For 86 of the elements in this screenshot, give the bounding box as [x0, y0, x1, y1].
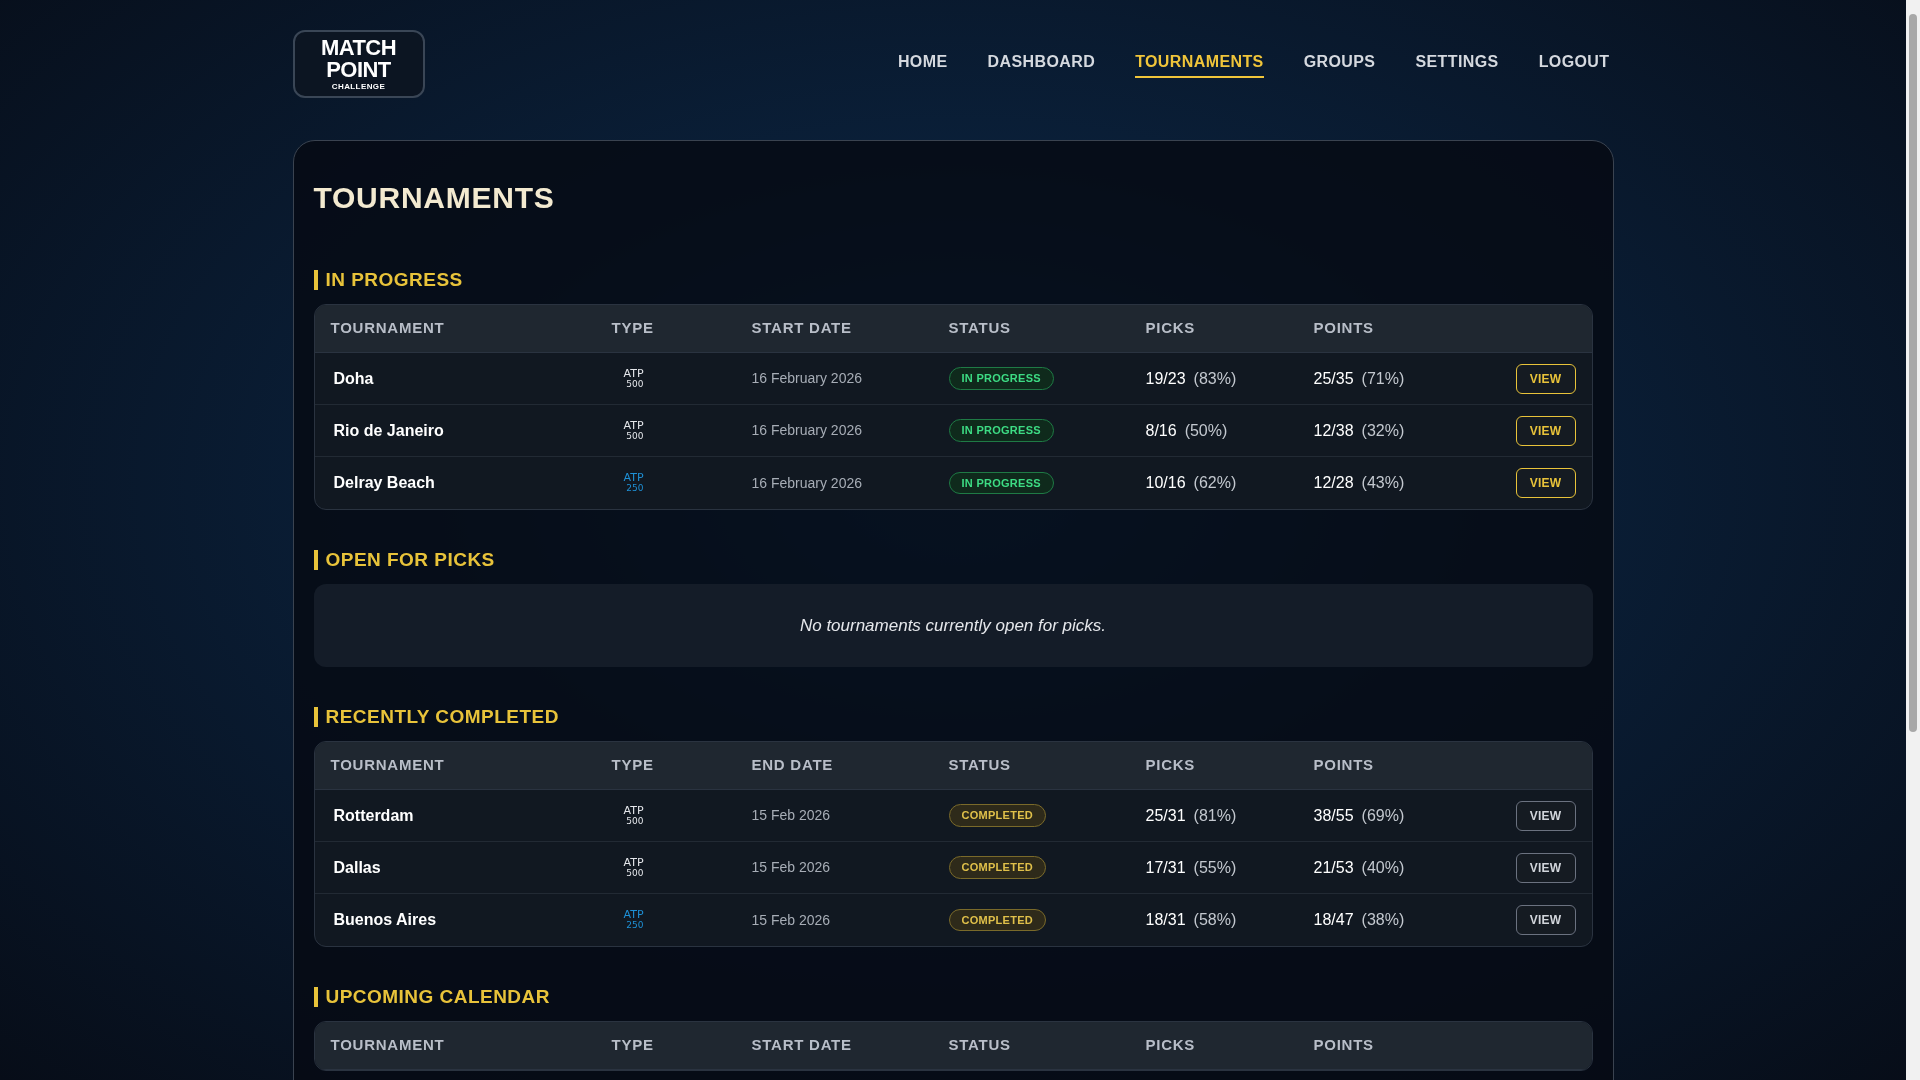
- status-badge: IN PROGRESS: [948, 367, 1054, 390]
- match-point-logo[interactable]: MATCH POINT CHALLENGE: [292, 30, 425, 98]
- nav-link[interactable]: LOGOUT: [1538, 50, 1610, 78]
- tournament-name: Buenos Aires: [332, 910, 438, 930]
- column-header: END DATE: [751, 755, 834, 776]
- column-header: STATUS: [948, 755, 1011, 776]
- points-count: 21/53: [1313, 857, 1354, 878]
- tournament-name: Doha: [332, 368, 375, 389]
- picks-percent: (81%): [1193, 805, 1237, 826]
- date-cell-text: 16 February 2026: [751, 421, 864, 440]
- points-count: 38/55: [1313, 805, 1354, 826]
- picks-percent: (62%): [1193, 473, 1237, 493]
- picks-count: 8/16: [1145, 420, 1177, 441]
- column-header: PICKS: [1145, 318, 1196, 339]
- view-button[interactable]: VIEW: [1515, 905, 1576, 935]
- column-header: START DATE: [751, 318, 852, 339]
- picks-percent: (55%): [1193, 857, 1237, 878]
- points-count: 12/38: [1313, 420, 1354, 441]
- column-header: TYPE: [611, 318, 654, 339]
- tournament-type-label: ATP 500: [623, 420, 644, 441]
- column-header: STATUS: [948, 1035, 1011, 1056]
- date-cell-text: 16 February 2026: [751, 369, 864, 388]
- picks-count: 18/31: [1145, 910, 1186, 930]
- picks-count: 19/23: [1145, 368, 1186, 389]
- tournament-type-label: ATP 500: [623, 368, 644, 389]
- column-header: POINTS: [1313, 1035, 1374, 1056]
- picks-count: 17/31: [1145, 857, 1186, 878]
- nav-link[interactable]: HOME: [897, 50, 948, 78]
- status-badge: COMPLETED: [948, 856, 1047, 879]
- picks-percent: (50%): [1184, 420, 1228, 441]
- date-cell-text: 16 February 2026: [751, 473, 864, 493]
- picks-percent: (58%): [1193, 910, 1237, 930]
- column-header: TYPE: [611, 755, 654, 776]
- section-heading: OPEN FOR PICKS: [313, 550, 1593, 570]
- view-button[interactable]: VIEW: [1515, 800, 1576, 831]
- points-percent: (32%): [1361, 420, 1405, 441]
- empty-state-message: No tournaments currently open for picks.: [799, 614, 1107, 637]
- tournament-name: Rotterdam: [332, 805, 415, 826]
- nav-link[interactable]: GROUPS: [1303, 50, 1376, 78]
- tournament-name: Delray Beach: [332, 473, 436, 493]
- status-badge: COMPLETED: [948, 908, 1047, 932]
- picks-count: 10/16: [1145, 473, 1186, 493]
- column-header: TOURNAMENT: [330, 1035, 445, 1056]
- column-header: POINTS: [1313, 755, 1374, 776]
- tournament-type-label: ATP 500: [623, 805, 644, 826]
- view-button[interactable]: VIEW: [1515, 852, 1576, 883]
- points-count: 25/35: [1313, 368, 1354, 389]
- date-cell-text: 15 Feb 2026: [751, 858, 832, 877]
- section-heading: UPCOMING CALENDAR: [313, 987, 1593, 1007]
- status-badge: COMPLETED: [948, 804, 1047, 827]
- nav-link[interactable]: DASHBOARD: [987, 50, 1096, 78]
- points-percent: (40%): [1361, 857, 1405, 878]
- section-heading: IN PROGRESS: [313, 270, 1593, 290]
- points-percent: (38%): [1361, 910, 1405, 930]
- view-button[interactable]: VIEW: [1515, 468, 1576, 498]
- page-title: TOURNAMENTS: [313, 180, 556, 216]
- points-percent: (71%): [1361, 368, 1405, 389]
- nav-link[interactable]: TOURNAMENTS: [1135, 50, 1264, 78]
- status-badge: IN PROGRESS: [948, 419, 1054, 442]
- scrollbar-thumb[interactable]: [1909, 14, 1917, 732]
- tournament-type-label: ATP 500: [623, 857, 644, 878]
- view-button[interactable]: VIEW: [1515, 415, 1576, 446]
- column-header: PICKS: [1145, 1035, 1196, 1056]
- tournament-name: Rio de Janeiro: [332, 420, 445, 441]
- column-header: TOURNAMENT: [330, 318, 445, 339]
- picks-percent: (83%): [1193, 368, 1237, 389]
- column-header: TOURNAMENT: [330, 755, 445, 776]
- points-count: 12/28: [1313, 473, 1354, 493]
- section-heading: RECENTLY COMPLETED: [313, 707, 1593, 727]
- view-button[interactable]: VIEW: [1515, 363, 1576, 394]
- column-header: START DATE: [751, 1035, 852, 1056]
- date-cell-text: 15 Feb 2026: [751, 910, 832, 930]
- picks-count: 25/31: [1145, 805, 1186, 826]
- column-header: POINTS: [1313, 318, 1374, 339]
- tournament-type-label: ATP 250: [623, 910, 644, 930]
- column-header: PICKS: [1145, 755, 1196, 776]
- points-percent: (69%): [1361, 805, 1405, 826]
- tournament-type-label: ATP 250: [623, 473, 644, 493]
- tournament-name: Dallas: [332, 857, 382, 878]
- column-header: STATUS: [948, 318, 1011, 339]
- date-cell-text: 15 Feb 2026: [751, 806, 832, 825]
- status-badge: IN PROGRESS: [948, 471, 1054, 495]
- nav-link[interactable]: SETTINGS: [1415, 50, 1499, 78]
- points-percent: (43%): [1361, 473, 1405, 493]
- points-count: 18/47: [1313, 910, 1354, 930]
- column-header: TYPE: [611, 1035, 654, 1056]
